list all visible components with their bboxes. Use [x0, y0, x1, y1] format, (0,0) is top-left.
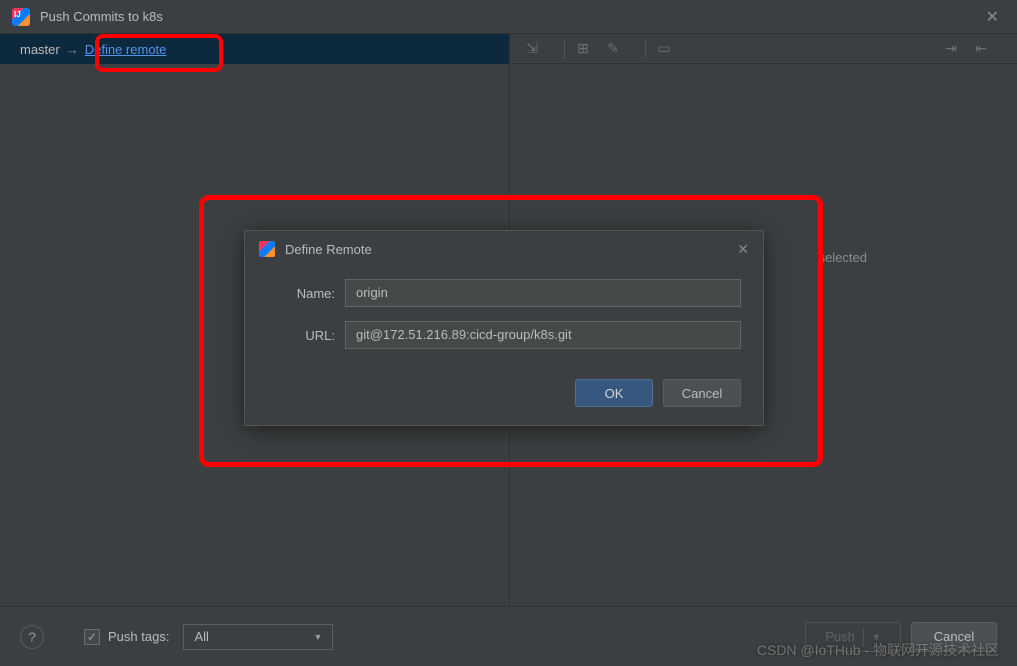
- separator: [863, 628, 864, 646]
- bottom-bar: ? ✓ Push tags: All ▼ Push ▼ Cancel: [0, 606, 1017, 666]
- cancel-button[interactable]: Cancel: [663, 379, 741, 407]
- edit-icon[interactable]: ✎: [605, 40, 621, 57]
- help-button[interactable]: ?: [20, 625, 44, 649]
- branch-name: master: [20, 42, 60, 57]
- url-row: URL: git@172.51.216.89:cicd-group/k8s.gi…: [267, 321, 741, 349]
- arrow-icon: →: [66, 42, 79, 57]
- dropdown-value: All: [194, 629, 208, 644]
- push-label: Push: [825, 629, 855, 644]
- define-remote-dialog: Define Remote ✕ Name: origin URL: git@17…: [244, 230, 764, 426]
- title-bar: Push Commits to k8s ✕: [0, 0, 1017, 34]
- dialog-footer: OK Cancel: [245, 369, 763, 425]
- dialog-title: Define Remote: [285, 242, 737, 257]
- cancel-button[interactable]: Cancel: [911, 622, 997, 652]
- ok-button[interactable]: OK: [575, 379, 653, 407]
- close-icon[interactable]: ✕: [737, 241, 749, 258]
- expand-icon[interactable]: ⇲: [524, 40, 540, 57]
- name-row: Name: origin: [267, 279, 741, 307]
- url-label: URL:: [267, 328, 335, 343]
- name-input[interactable]: origin: [345, 279, 741, 307]
- separator: [645, 40, 646, 58]
- push-tags-label: Push tags:: [108, 629, 169, 644]
- dialog-header: Define Remote ✕: [245, 231, 763, 267]
- url-input[interactable]: git@172.51.216.89:cicd-group/k8s.git: [345, 321, 741, 349]
- group-icon[interactable]: ⊞: [575, 40, 591, 57]
- branch-row[interactable]: master → Define remote: [0, 34, 509, 64]
- push-button[interactable]: Push ▼: [805, 622, 901, 652]
- push-tags-dropdown[interactable]: All ▼: [183, 624, 333, 650]
- name-label: Name:: [267, 286, 335, 301]
- selection-placeholder: selected: [819, 250, 867, 265]
- push-tags-checkbox[interactable]: ✓: [84, 629, 100, 645]
- intellij-icon: [12, 8, 30, 26]
- intellij-icon: [259, 241, 275, 257]
- separator: [564, 40, 565, 58]
- diff-toolbar: ⇲ ⊞ ✎ ▭ ⇥ ⇤: [510, 34, 1017, 64]
- push-tags-checkbox-wrap[interactable]: ✓ Push tags:: [84, 629, 169, 645]
- close-icon[interactable]: ✕: [980, 7, 1005, 27]
- dialog-body: Name: origin URL: git@172.51.216.89:cicd…: [245, 267, 763, 369]
- window-title: Push Commits to k8s: [40, 9, 980, 24]
- chevron-down-icon: ▼: [314, 632, 323, 642]
- collapse-all-icon[interactable]: ⇥: [943, 40, 959, 57]
- define-remote-link[interactable]: Define remote: [85, 42, 167, 57]
- expand-all-icon[interactable]: ⇤: [973, 40, 989, 57]
- chevron-down-icon: ▼: [872, 632, 881, 642]
- preview-icon[interactable]: ▭: [656, 40, 672, 57]
